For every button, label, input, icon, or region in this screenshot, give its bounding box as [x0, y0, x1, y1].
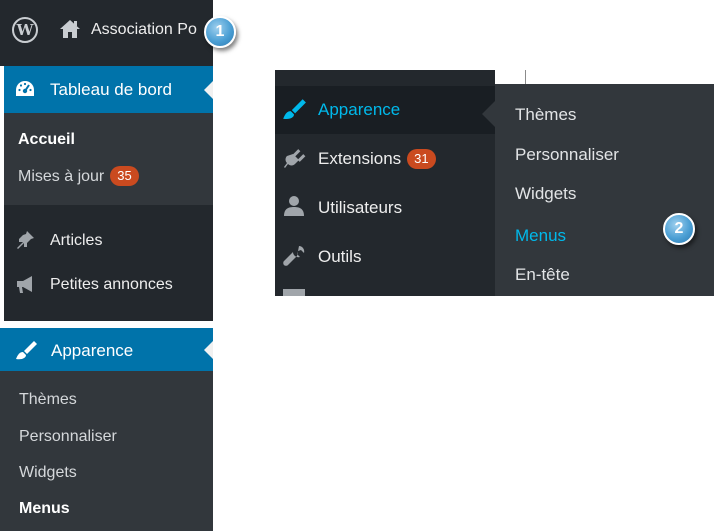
submenu-item-widgets[interactable]: Widgets	[19, 464, 77, 482]
plugin-icon	[284, 149, 306, 168]
submenu-item-themes[interactable]: Thèmes	[19, 391, 77, 409]
paintbrush-icon	[283, 99, 306, 120]
menu-label-plugins: Extensions	[318, 149, 402, 168]
flyout-submenu-panel	[495, 70, 714, 296]
divider	[525, 70, 526, 84]
flyout-item-widgets[interactable]: Widgets	[515, 184, 576, 204]
admin-bar: W Association Po	[0, 0, 213, 66]
menu-item-plugins[interactable]: Extensions 31	[318, 149, 436, 169]
wordpress-logo-icon[interactable]: W	[12, 17, 38, 43]
submenu-item-home[interactable]: Accueil	[18, 131, 75, 149]
flyout-item-customize[interactable]: Personnaliser	[515, 145, 619, 165]
menu-item-tools[interactable]: Outils	[318, 247, 361, 267]
menu-label-articles: Articles	[50, 232, 103, 249]
submenu-item-updates[interactable]: Mises à jour 35	[18, 166, 139, 186]
pin-icon	[17, 231, 34, 249]
menu-item-appearance[interactable]: Apparence	[0, 328, 213, 371]
megaphone-icon	[17, 276, 32, 293]
users-icon	[284, 196, 304, 216]
menu-label-dashboard: Tableau de bord	[50, 80, 172, 99]
updates-count-badge: 35	[110, 166, 139, 186]
flyout-item-menus[interactable]: Menus	[515, 226, 566, 246]
submenu-updates-label: Mises à jour	[18, 168, 105, 185]
menu-label-appearance[interactable]: Apparence	[318, 100, 400, 120]
submenu-item-customize[interactable]: Personnaliser	[19, 428, 117, 446]
menu-label-appearance: Apparence	[51, 341, 134, 360]
flyout-item-header[interactable]: En-tête	[515, 265, 570, 285]
home-icon[interactable]	[58, 18, 82, 40]
flyout-item-themes[interactable]: Thèmes	[515, 105, 576, 125]
menu-item-classifieds[interactable]: Petites annonces	[4, 267, 213, 303]
callout-step-1: 1	[204, 16, 236, 48]
callout-step-2: 2	[663, 213, 695, 245]
menu-item-dashboard[interactable]: Tableau de bord	[4, 66, 213, 113]
submenu-item-menus[interactable]: Menus	[19, 500, 70, 518]
paintbrush-icon	[16, 341, 37, 360]
site-name[interactable]: Association Po	[91, 21, 211, 39]
dashboard-submenu: Accueil Mises à jour 35	[4, 113, 213, 205]
menu-item-users[interactable]: Utilisateurs	[318, 198, 402, 218]
content-edge	[495, 70, 714, 84]
dashboard-icon	[16, 81, 34, 96]
settings-icon	[283, 289, 305, 296]
wrench-icon	[283, 246, 305, 266]
menu-label-classifieds: Petites annonces	[50, 276, 173, 293]
menu-item-articles[interactable]: Articles	[4, 223, 213, 259]
flyout-pointer	[482, 101, 495, 127]
current-menu-arrow	[204, 340, 213, 359]
main-menu-section: Articles Petites annonces	[4, 205, 213, 321]
appearance-submenu: Thèmes Personnaliser Widgets Menus	[0, 371, 213, 531]
plugins-count-badge: 31	[407, 149, 436, 169]
current-menu-arrow	[204, 80, 213, 99]
